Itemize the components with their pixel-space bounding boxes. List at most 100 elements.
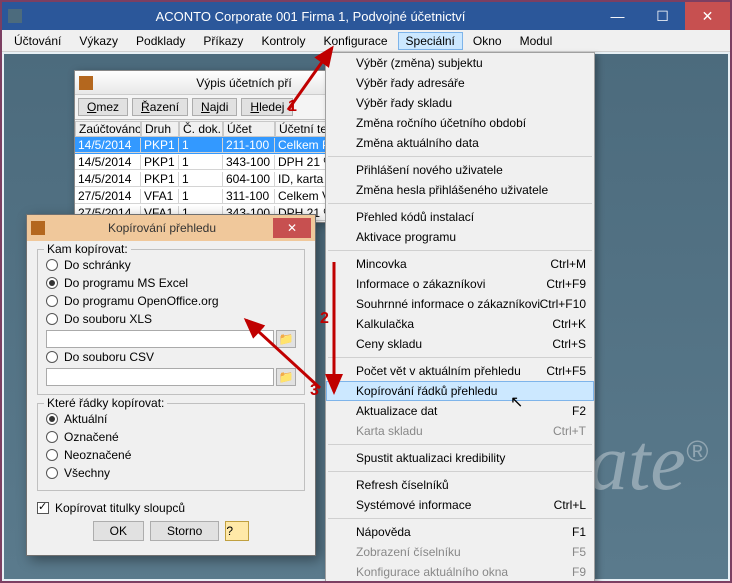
menu-item[interactable]: Informace o zákazníkoviCtrl+F9 <box>326 274 594 294</box>
toolbar-najdi[interactable]: Najdi <box>192 98 237 116</box>
menu-item[interactable]: Spustit aktualizaci kredibility <box>326 448 594 468</box>
copy-titles-label: Kopírovat titulky sloupců <box>55 501 185 515</box>
menu-item[interactable]: Ceny skladuCtrl+S <box>326 334 594 354</box>
radio-option[interactable]: Do souboru XLS <box>46 310 296 328</box>
menu-podklady[interactable]: Podklady <box>128 32 193 50</box>
menu-item-label: Změna aktuálního data <box>356 136 479 150</box>
col-header[interactable]: Zaúčtováno <box>75 121 141 137</box>
maximize-button[interactable]: ☐ <box>640 2 685 30</box>
menu-item[interactable]: Změna aktuálního data <box>326 133 594 153</box>
menu-item[interactable]: Systémové informaceCtrl+L <box>326 495 594 515</box>
menu-shortcut: Ctrl+L <box>554 498 586 512</box>
dialog-close-button[interactable]: ✕ <box>273 218 311 238</box>
group-target: Kam kopírovat: Do schránkyDo programu MS… <box>37 249 305 395</box>
radio-icon <box>46 295 58 307</box>
dialog-title: Kopírování přehledu <box>51 221 273 235</box>
radio-icon <box>46 259 58 271</box>
menu-item-label: Kopírování řádků přehledu <box>356 384 497 398</box>
menu-konfigurace[interactable]: Konfigurace <box>315 32 395 50</box>
menu-item[interactable]: Změna ročního účetního období <box>326 113 594 133</box>
menu-speciální[interactable]: Speciální <box>398 32 463 50</box>
menu-item[interactable]: MincovkaCtrl+M <box>326 254 594 274</box>
dialog-titlebar[interactable]: Kopírování přehledu ✕ <box>27 215 315 241</box>
copy-titles-check[interactable]: Kopírovat titulky sloupců <box>37 499 305 517</box>
menu-item[interactable]: Refresh číselníků <box>326 475 594 495</box>
menubar: ÚčtováníVýkazyPodkladyPříkazyKontrolyKon… <box>2 30 730 52</box>
menu-item-label: Karta skladu <box>356 424 423 438</box>
help-button[interactable]: ? <box>225 521 249 541</box>
radio-option[interactable]: Do schránky <box>46 256 296 274</box>
radio-option[interactable]: Do programu OpenOffice.org <box>46 292 296 310</box>
cell: 27/5/2014 <box>75 189 141 204</box>
menu-item[interactable]: Změna hesla přihlášeného uživatele <box>326 180 594 200</box>
close-button[interactable]: ✕ <box>685 2 730 30</box>
toolbar-omez[interactable]: Omez <box>78 98 128 116</box>
cell: 14/5/2014 <box>75 172 141 187</box>
menu-shortcut: Ctrl+K <box>552 317 586 331</box>
col-header[interactable]: Č. dok. <box>179 121 223 137</box>
menu-item[interactable]: Přihlášení nového uživatele <box>326 160 594 180</box>
menu-item-label: Refresh číselníků <box>356 478 449 492</box>
menu-item[interactable]: Výběr (změna) subjektu <box>326 53 594 73</box>
menu-item-label: Kalkulačka <box>356 317 414 331</box>
menu-výkazy[interactable]: Výkazy <box>71 32 126 50</box>
window-title: ACONTO Corporate 001 Firma 1, Podvojné ú… <box>26 9 595 24</box>
menu-item-label: Změna ročního účetního období <box>356 116 526 130</box>
ok-button[interactable]: OK <box>93 521 144 541</box>
menu-item-label: Výběr řady adresáře <box>356 76 465 90</box>
menu-item[interactable]: Aktivace programu <box>326 227 594 247</box>
menu-shortcut: Ctrl+F10 <box>540 297 586 311</box>
menu-item-label: Konfigurace aktuálního okna <box>356 565 508 579</box>
radio-icon <box>46 277 58 289</box>
menu-shortcut: Ctrl+F5 <box>546 364 586 378</box>
menu-příkazy[interactable]: Příkazy <box>195 32 251 50</box>
menu-item-label: Spustit aktualizaci kredibility <box>356 451 505 465</box>
menu-item-label: Výběr řady skladu <box>356 96 452 110</box>
path-input[interactable] <box>46 368 274 386</box>
menu-item[interactable]: Výběr řady adresáře <box>326 73 594 93</box>
menu-okno[interactable]: Okno <box>465 32 510 50</box>
cell: 211-100 <box>223 138 275 153</box>
radio-option[interactable]: Neoznačené <box>46 446 296 464</box>
minimize-button[interactable]: — <box>595 2 640 30</box>
toolbar-hledej[interactable]: Hledej <box>241 98 293 116</box>
app-icon <box>8 9 22 23</box>
menu-kontroly[interactable]: Kontroly <box>253 32 313 50</box>
menu-item[interactable]: Počet vět v aktuálním přehleduCtrl+F5 <box>326 361 594 381</box>
radio-option[interactable]: Označené <box>46 428 296 446</box>
radio-label: Do souboru XLS <box>64 312 152 326</box>
menu-shortcut: F1 <box>572 525 586 539</box>
radio-label: Do souboru CSV <box>64 350 154 364</box>
titlebar: ACONTO Corporate 001 Firma 1, Podvojné ú… <box>2 2 730 30</box>
menu-účtování[interactable]: Účtování <box>6 32 69 50</box>
cell: 1 <box>179 155 223 170</box>
group-rows-label: Které řádky kopírovat: <box>44 396 167 410</box>
cell: 311-100 <box>223 189 275 204</box>
menu-item[interactable]: Přehled kódů instalací <box>326 207 594 227</box>
special-menu: Výběr (změna) subjektu Výběr řady adresář… <box>325 52 595 583</box>
menu-item[interactable]: Aktualizace datF2 <box>326 401 594 421</box>
menu-item[interactable]: Souhrnné informace o zákazníkoviCtrl+F10 <box>326 294 594 314</box>
radio-option[interactable]: Do programu MS Excel <box>46 274 296 292</box>
cancel-button[interactable]: Storno <box>150 521 219 541</box>
menu-item[interactable]: Kopírování řádků přehledu <box>326 381 594 401</box>
radio-icon <box>46 351 58 363</box>
radio-option[interactable]: Do souboru CSV <box>46 348 296 366</box>
col-header[interactable]: Účet <box>223 121 275 137</box>
menu-item[interactable]: NápovědaF1 <box>326 522 594 542</box>
browse-button[interactable]: 📁 <box>276 368 296 386</box>
cell: PKP1 <box>141 172 179 187</box>
menu-modul[interactable]: Modul <box>512 32 561 50</box>
menu-shortcut: F2 <box>572 404 586 418</box>
toolbar-řazení[interactable]: Řazení <box>132 98 188 116</box>
cell: 1 <box>179 189 223 204</box>
checkbox-icon <box>37 502 49 514</box>
radio-option[interactable]: Všechny <box>46 464 296 482</box>
menu-item[interactable]: Kalkulačka Ctrl+K <box>326 314 594 334</box>
col-header[interactable]: Druh <box>141 121 179 137</box>
menu-item[interactable]: Výběr řady skladu <box>326 93 594 113</box>
radio-option[interactable]: Aktuální <box>46 410 296 428</box>
path-input[interactable] <box>46 330 274 348</box>
arrow-label-2: 2 <box>320 310 329 328</box>
browse-button[interactable]: 📁 <box>276 330 296 348</box>
